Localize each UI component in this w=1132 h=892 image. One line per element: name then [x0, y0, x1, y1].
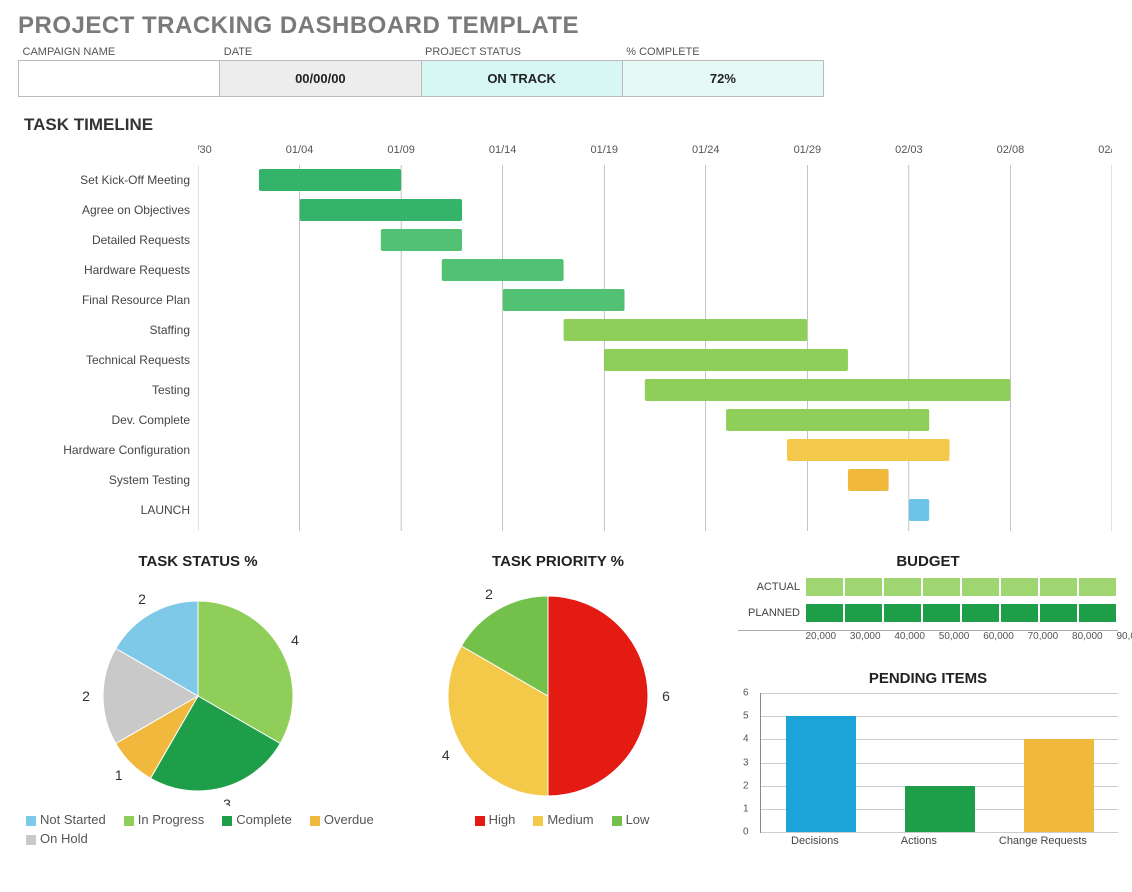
- gantt-task-label: Dev. Complete: [18, 405, 198, 435]
- pending-bar: [905, 786, 975, 832]
- svg-text:01/19: 01/19: [590, 144, 618, 156]
- svg-text:2: 2: [485, 586, 493, 602]
- value-campaign-name[interactable]: [19, 61, 220, 97]
- legend-item: Medium: [533, 812, 593, 827]
- budget-row: PLANNED: [738, 602, 1118, 624]
- chart-title-pending: PENDING ITEMS: [738, 670, 1118, 687]
- legend-item: Complete: [222, 812, 292, 827]
- gantt-chart: Set Kick-Off MeetingAgree on ObjectivesD…: [18, 139, 1112, 539]
- label-complete: % COMPLETE: [622, 44, 823, 61]
- legend-status: Not Started In Progress Complete Overdue On …: [18, 806, 378, 846]
- svg-text:6: 6: [662, 688, 670, 704]
- svg-text:01/04: 01/04: [286, 144, 314, 156]
- gantt-task-label: System Testing: [18, 465, 198, 495]
- gantt-task-label: Hardware Configuration: [18, 435, 198, 465]
- pending-y-tick: 4: [743, 734, 749, 745]
- budget-tick: 70,000: [1028, 631, 1029, 642]
- gantt-task-label: Hardware Requests: [18, 255, 198, 285]
- legend-item: Not Started: [26, 812, 106, 827]
- gantt-task-label: Testing: [18, 375, 198, 405]
- svg-text:2: 2: [82, 688, 90, 704]
- legend-item: In Progress: [124, 812, 204, 827]
- chart-title-status: TASK STATUS %: [18, 553, 378, 570]
- gantt-task-label: LAUNCH: [18, 495, 198, 525]
- pending-y-tick: 5: [743, 711, 749, 722]
- svg-text:3: 3: [223, 796, 231, 806]
- pending-x-label: Actions: [901, 835, 937, 847]
- svg-text:01/14: 01/14: [489, 144, 517, 156]
- svg-text:1: 1: [115, 767, 123, 783]
- panel-budget: BUDGET ACTUAL PLANNED 20,000 30,000 40,000 5…: [738, 553, 1118, 642]
- svg-text:01/24: 01/24: [692, 144, 720, 156]
- value-complete: 72%: [622, 61, 823, 97]
- svg-text:02/08: 02/08: [997, 144, 1025, 156]
- budget-tick: 60,000: [983, 631, 984, 642]
- legend-item: On Hold: [26, 831, 88, 846]
- value-date: 00/00/00: [220, 61, 421, 97]
- legend-item: High: [475, 812, 516, 827]
- budget-tick: 20,000: [806, 631, 807, 642]
- svg-text:4: 4: [291, 632, 299, 648]
- gantt-task-label: Detailed Requests: [18, 225, 198, 255]
- budget-tick: 30,000: [850, 631, 851, 642]
- gantt-task-label: Technical Requests: [18, 345, 198, 375]
- pending-x-label: Decisions: [791, 835, 839, 847]
- gantt-task-label: Staffing: [18, 315, 198, 345]
- budget-tick: 80,000: [1072, 631, 1073, 642]
- svg-text:02/03: 02/03: [895, 144, 923, 156]
- svg-text:01/09: 01/09: [387, 144, 415, 156]
- budget-tick: 40,000: [894, 631, 895, 642]
- pending-bar: [786, 716, 856, 832]
- chart-title-budget: BUDGET: [738, 553, 1118, 570]
- legend-priority: High Medium Low: [398, 806, 718, 827]
- chart-title-priority: TASK PRIORITY %: [398, 553, 718, 570]
- svg-text:12/30: 12/30: [198, 144, 212, 156]
- value-status: ON TRACK: [421, 61, 622, 97]
- pending-y-tick: 2: [743, 780, 749, 791]
- page-title: PROJECT TRACKING DASHBOARD TEMPLATE: [18, 12, 1114, 40]
- pending-x-label: Change Requests: [999, 835, 1087, 847]
- svg-text:02/13: 02/13: [1098, 144, 1112, 156]
- panel-pending: PENDING ITEMS 0 1 2 3 4 5 6 Decisions Actions Ch…: [738, 670, 1118, 847]
- label-campaign-name: CAMPAIGN NAME: [19, 44, 220, 61]
- gantt-task-label: Agree on Objectives: [18, 195, 198, 225]
- pending-y-tick: 1: [743, 803, 749, 814]
- panel-task-priority: TASK PRIORITY % 6 4 2 High Medium Low: [398, 553, 718, 827]
- panel-task-status: TASK STATUS % 2 4 3 1 2 Not Started In Progre…: [18, 553, 378, 846]
- svg-text:01/29: 01/29: [794, 144, 822, 156]
- svg-text:4: 4: [442, 747, 450, 763]
- budget-tick: 90,000: [1116, 631, 1117, 642]
- pending-y-tick: 3: [743, 757, 749, 768]
- budget-tick: 50,000: [939, 631, 940, 642]
- svg-text:2: 2: [138, 591, 146, 607]
- pending-y-tick: 6: [743, 688, 749, 699]
- legend-item: Low: [612, 812, 650, 827]
- pending-bar: [1024, 739, 1094, 832]
- label-status: PROJECT STATUS: [421, 44, 622, 61]
- label-date: DATE: [220, 44, 421, 61]
- project-header-table: CAMPAIGN NAME DATE PROJECT STATUS % COMP…: [18, 44, 824, 97]
- budget-row: ACTUAL: [738, 576, 1118, 598]
- gantt-task-label: Final Resource Plan: [18, 285, 198, 315]
- section-title-timeline: TASK TIMELINE: [24, 115, 1114, 135]
- gantt-task-label: Set Kick-Off Meeting: [18, 165, 198, 195]
- legend-item: Overdue: [310, 812, 374, 827]
- pending-y-tick: 0: [743, 827, 749, 838]
